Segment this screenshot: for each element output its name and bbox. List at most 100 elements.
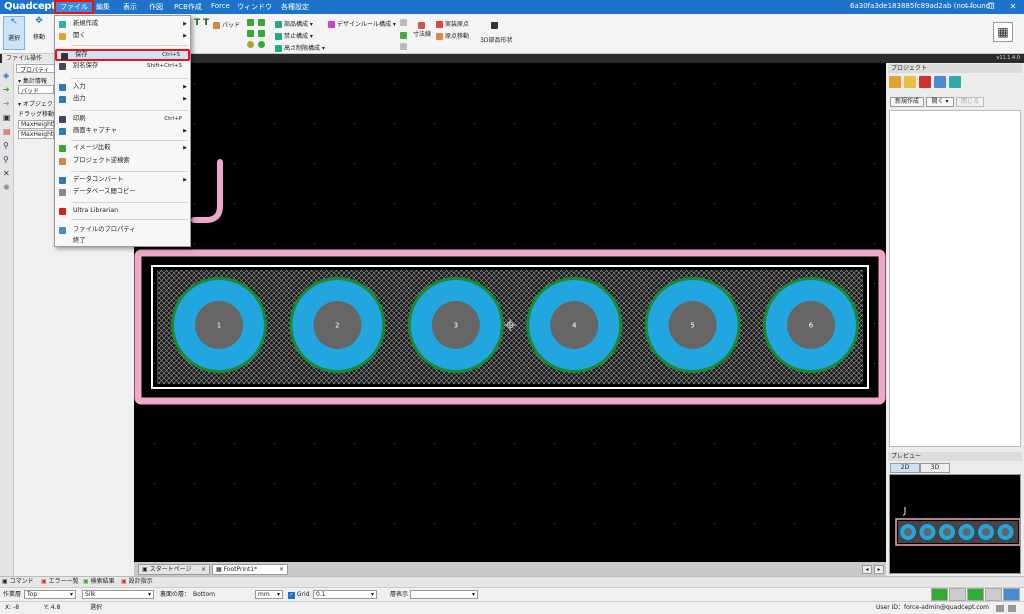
section-object[interactable]: ▾ オブジェクト <box>18 99 59 108</box>
scroll-right-icon[interactable]: ▸ <box>874 565 884 574</box>
save-side-icon[interactable]: ▣ <box>3 113 11 122</box>
layer-tool-icon[interactable] <box>400 32 407 39</box>
status-icon-grey2[interactable] <box>985 588 1002 601</box>
file-menu-item[interactable]: 印刷 Ctrl+P <box>55 114 190 124</box>
grid-select[interactable]: 0.1 ▾ <box>313 590 377 599</box>
arc-tool-icon[interactable] <box>258 41 265 48</box>
pad[interactable]: 5 <box>644 277 741 373</box>
monitor-icon[interactable] <box>996 605 1004 612</box>
dimension-button[interactable]: 寸法線 <box>413 22 431 38</box>
file-menu-item[interactable]: 画面キャプチャ ▶ <box>55 126 190 136</box>
file-menu-item[interactable]: 出力 ▶ <box>55 94 190 104</box>
menu-window[interactable]: ウィンドウ <box>237 2 272 12</box>
menu-draw[interactable]: 作図 <box>149 2 163 12</box>
circle-tool-icon[interactable] <box>247 41 254 48</box>
menu-settings[interactable]: 各種設定 <box>281 2 309 12</box>
close-icon[interactable]: ✕ <box>1002 0 1024 14</box>
footprint-canvas[interactable]: 1 2 3 4 5 6 <box>134 63 886 562</box>
tab-design-instructions[interactable]: ▣ 設計指示 <box>121 577 153 586</box>
file-menu-item[interactable]: Ultra Librarian <box>55 206 190 216</box>
menu-pcb[interactable]: PCB作成 <box>174 2 202 12</box>
preview-tab-3d[interactable]: 3D <box>920 463 950 473</box>
status-icon-green2[interactable] <box>967 588 984 601</box>
tab-start-page[interactable]: ▣ スタートページ × <box>138 564 210 575</box>
tab-command[interactable]: ▣ コマンド <box>2 577 34 586</box>
menu-edit[interactable]: 編集 <box>96 2 110 12</box>
pad[interactable]: 4 <box>526 277 623 373</box>
text-tool-icon[interactable]: T <box>194 18 200 28</box>
file-menu-item[interactable]: データコンバート ▶ <box>55 175 190 185</box>
window-icon[interactable] <box>949 76 961 88</box>
grid-tool-icon[interactable] <box>400 19 407 26</box>
file-menu-item[interactable]: データベース間コピー <box>55 187 190 197</box>
layer-display-select[interactable]: ▾ <box>410 590 478 599</box>
tab-property[interactable]: プロパティ <box>16 64 56 74</box>
new-project-button[interactable]: 新規作成 <box>890 97 924 107</box>
max-height-row[interactable]: MaxHeight <box>18 130 54 139</box>
select-button[interactable]: ↖ 選択 <box>3 16 25 50</box>
pointer-icon[interactable]: ◈ <box>3 71 9 80</box>
menu-view[interactable]: 表示 <box>123 2 137 12</box>
file-menu-item[interactable]: プロジェクト逆検索 <box>55 156 190 166</box>
close-tab-icon[interactable]: × <box>201 565 206 575</box>
tab-error-list[interactable]: ▣ エラー一覧 <box>41 577 79 586</box>
monitor2-icon[interactable] <box>1008 605 1016 612</box>
section-design[interactable]: ▾ 集計情報 <box>18 76 47 85</box>
project-tree[interactable] <box>889 110 1021 447</box>
zoom-out-icon[interactable]: ⚲ <box>3 155 9 164</box>
back-icon[interactable]: ➜ <box>3 85 10 94</box>
status-icon-blue[interactable] <box>1003 588 1020 601</box>
tab-footprint[interactable]: ▦ FootPrint1* × <box>212 564 288 575</box>
cut-tool-icon[interactable] <box>258 30 265 37</box>
report-icon[interactable]: ▤ <box>3 127 11 136</box>
file-menu-item[interactable]: イメージ比較 ▶ <box>55 143 190 153</box>
forward-icon[interactable]: ➜ <box>3 99 10 108</box>
layer-select[interactable]: Silk ▾ <box>82 590 154 599</box>
menu-force[interactable]: Force <box>211 2 230 10</box>
fill-tool-icon[interactable] <box>247 30 254 37</box>
work-layer-select[interactable]: Top ▾ <box>24 590 76 599</box>
file-menu-item[interactable]: 別名保存 Shift+Ctrl+S <box>55 61 190 71</box>
pad-button[interactable]: パッド <box>213 20 240 29</box>
text-tool2-icon[interactable]: T <box>203 18 209 28</box>
file-menu-item[interactable]: 入力 ▶ <box>55 82 190 92</box>
maximize-icon[interactable]: ❐ <box>980 0 1002 14</box>
file-menu-item[interactable]: 終了 <box>55 236 190 246</box>
tab-search-results[interactable]: ▣ 検索結果 <box>83 577 115 586</box>
move-button[interactable]: ✥ 移動 <box>28 16 50 50</box>
open-project-button[interactable]: 開く ▾ <box>926 97 954 107</box>
delete-icon[interactable]: ✕ <box>3 169 10 178</box>
zoom-in-icon[interactable]: ⚲ <box>3 141 9 150</box>
design-rule-button[interactable]: デザインルール構成 ▾ <box>328 19 396 28</box>
close-tab-icon[interactable]: × <box>279 565 284 575</box>
apps-grid-icon[interactable]: ▦ <box>993 22 1013 42</box>
poly-tool-icon[interactable] <box>258 19 265 26</box>
pad[interactable]: 1 <box>171 277 267 373</box>
object-type-field[interactable]: パッド <box>18 85 54 95</box>
shape-3d-button[interactable]: 3D部品形状 <box>480 22 512 44</box>
settings-icon[interactable]: ✺ <box>3 183 10 192</box>
file-menu-item[interactable]: ファイルのプロパティ <box>55 225 190 235</box>
close-project-button[interactable]: 閉じる <box>956 97 984 107</box>
grid-toggle[interactable]: ✓ Grid <box>288 590 310 599</box>
layers-icon[interactable] <box>919 76 931 88</box>
unit-select[interactable]: mm ▾ <box>255 590 283 599</box>
book-icon[interactable] <box>904 76 916 88</box>
file-menu-item[interactable]: 保存 Ctrl+S <box>55 49 190 61</box>
cloud-icon[interactable] <box>934 76 946 88</box>
minimize-icon[interactable]: — <box>958 0 980 14</box>
status-icon-green[interactable] <box>931 588 948 601</box>
max-height-top-row[interactable]: MaxHeightT <box>18 120 57 129</box>
tab-file-operations[interactable]: ファイル操作 <box>2 54 54 63</box>
file-menu-item[interactable]: 新規作成 ▶ <box>55 19 190 29</box>
file-menu-item[interactable]: 開く ▶ <box>55 31 190 41</box>
part-edit-button[interactable]: 部品構成 ▾ <box>275 19 313 28</box>
pad[interactable]: 6 <box>763 277 859 373</box>
origin-move-button[interactable]: 原点移動 <box>436 31 469 40</box>
scroll-left-icon[interactable]: ◂ <box>862 565 872 574</box>
preview-tab-2d[interactable]: 2D <box>890 463 920 473</box>
height-limit-button[interactable]: 高さ制限構成 ▾ <box>275 43 325 52</box>
menu-file[interactable]: ファイル <box>54 0 94 14</box>
pad[interactable]: 3 <box>407 277 504 373</box>
mount-origin-button[interactable]: 実装原点 <box>436 19 469 28</box>
